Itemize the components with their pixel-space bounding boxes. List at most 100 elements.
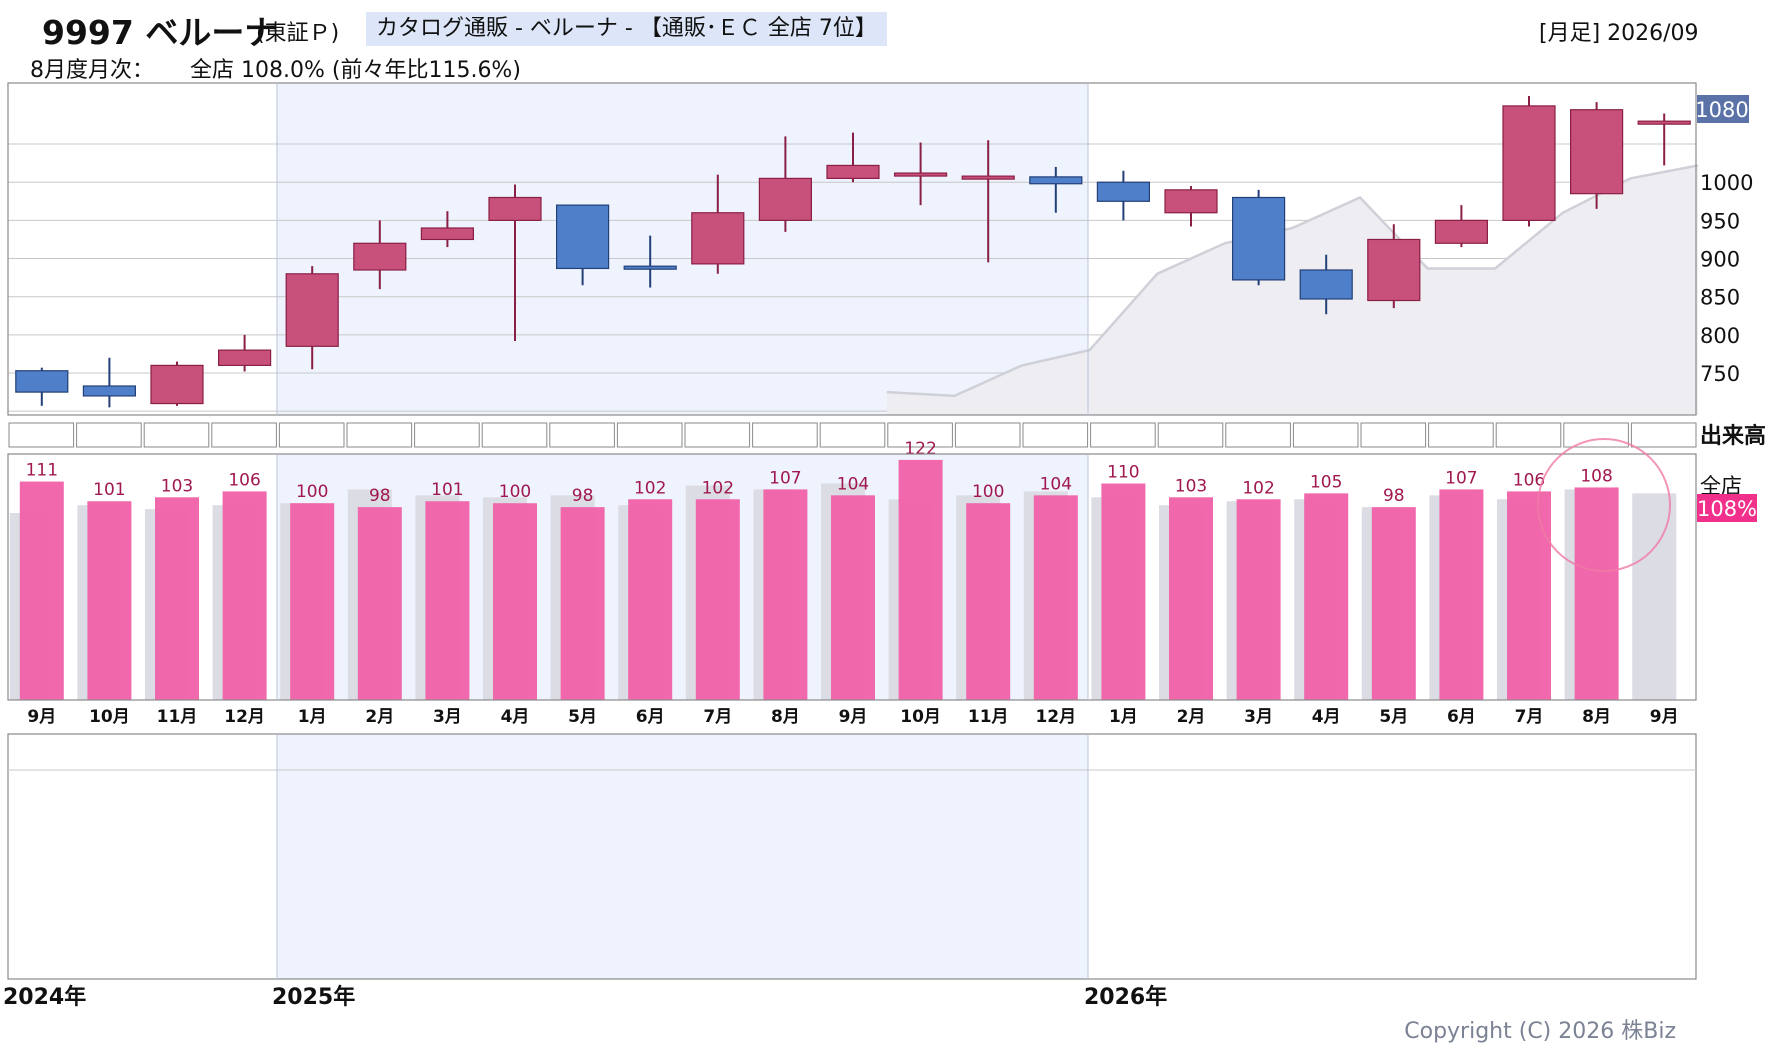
sales-bar bbox=[1574, 487, 1619, 700]
candle-body bbox=[150, 364, 204, 405]
store-sales-bars: 111 101 103 106 100 98 101 100 98 102 102 107 104 122… bbox=[9, 439, 1677, 700]
volume-cell bbox=[1157, 422, 1224, 448]
candle-body bbox=[420, 227, 474, 241]
sales-bar-label: 108 bbox=[1580, 466, 1612, 486]
price-tick-label: 750 bbox=[1700, 362, 1740, 386]
volume-cell bbox=[211, 422, 277, 448]
sales-bar-label: 107 bbox=[1445, 468, 1477, 488]
month-label: 9月 bbox=[27, 707, 56, 727]
candle-body bbox=[691, 212, 745, 265]
sales-bar-label: 101 bbox=[431, 480, 463, 500]
sales-bar bbox=[831, 495, 875, 700]
candle-body bbox=[1502, 105, 1556, 221]
month-label: 9月 bbox=[1650, 707, 1679, 727]
month-label: 1月 bbox=[1109, 707, 1138, 727]
sales-bar-label: 100 bbox=[296, 482, 328, 502]
volume-cell bbox=[1360, 422, 1427, 448]
year-label-2025: 2025年 bbox=[272, 985, 356, 1010]
volume-cell bbox=[954, 422, 1021, 448]
candle-body bbox=[353, 242, 407, 271]
stock-chart: 750 800 850 900 950 1000 111 101 103 106 100 98 101… bbox=[7, 82, 1766, 980]
volume-cell bbox=[346, 422, 413, 448]
sales-bar bbox=[1371, 507, 1416, 700]
year-label-2024: 2024年 bbox=[3, 985, 87, 1010]
sales-bar bbox=[560, 507, 605, 700]
sales-bar bbox=[966, 503, 1011, 700]
candle-body bbox=[1299, 269, 1353, 300]
sales-bar-label: 104 bbox=[1040, 474, 1072, 494]
volume-cell bbox=[752, 422, 818, 448]
sales-bar bbox=[493, 503, 537, 700]
sales-bar-label: 105 bbox=[1310, 472, 1342, 492]
sales-bar bbox=[763, 489, 808, 700]
month-label: 12月 bbox=[1035, 707, 1076, 727]
price-tick-label: 1000 bbox=[1700, 171, 1753, 195]
price-tick-label: 850 bbox=[1700, 286, 1740, 310]
sales-bar bbox=[1033, 495, 1078, 700]
sales-bar-label: 110 bbox=[1107, 463, 1139, 483]
candle-body bbox=[555, 204, 610, 270]
sales-bar bbox=[87, 501, 132, 700]
sales-bar bbox=[898, 459, 943, 700]
copyright: Copyright (C) 2026 株Biz bbox=[1404, 1019, 1676, 1044]
candle-body bbox=[826, 164, 880, 180]
month-label: 5月 bbox=[568, 707, 597, 727]
volume-cell bbox=[278, 422, 345, 448]
candle-body bbox=[15, 370, 69, 393]
volume-cell bbox=[76, 422, 142, 448]
sales-bar bbox=[695, 499, 740, 700]
month-label: 6月 bbox=[636, 707, 665, 727]
volume-cell bbox=[1225, 422, 1291, 448]
month-label: 10月 bbox=[900, 707, 941, 727]
month-label: 7月 bbox=[703, 707, 732, 727]
volume-label: 出来高 bbox=[1700, 423, 1766, 449]
month-label: 5月 bbox=[1379, 707, 1408, 727]
sales-bar-label: 102 bbox=[1242, 478, 1274, 498]
month-label: 7月 bbox=[1515, 707, 1544, 727]
volume-cell bbox=[1563, 422, 1629, 448]
candle-body bbox=[488, 196, 542, 221]
sales-bar-label: 103 bbox=[1175, 476, 1207, 496]
month-label: 11月 bbox=[968, 707, 1009, 727]
month-label: 11月 bbox=[157, 707, 198, 727]
month-label: 2月 bbox=[365, 707, 394, 727]
candle-body bbox=[1164, 189, 1218, 214]
sales-bar-label: 122 bbox=[904, 439, 936, 459]
price-tick-label: 800 bbox=[1700, 324, 1740, 348]
sub-year-shade bbox=[277, 734, 1088, 979]
month-label: 1月 bbox=[298, 707, 327, 727]
sales-bar-label: 104 bbox=[837, 474, 869, 494]
sales-bar-label: 100 bbox=[972, 482, 1004, 502]
sales-bar-label: 106 bbox=[228, 470, 260, 490]
sales-bar bbox=[1169, 497, 1213, 700]
sales-bar bbox=[222, 491, 267, 700]
candle-body bbox=[1367, 238, 1421, 302]
candle-body bbox=[623, 265, 677, 270]
candle-body bbox=[1637, 120, 1691, 125]
sales-bar-label: 100 bbox=[499, 482, 531, 502]
candle-body bbox=[218, 349, 272, 366]
month-label: 4月 bbox=[501, 707, 530, 727]
candle-body bbox=[1029, 176, 1083, 185]
sales-bar bbox=[290, 503, 335, 700]
sales-bar-label: 98 bbox=[572, 486, 594, 506]
sales-bar bbox=[425, 501, 470, 700]
candle-body bbox=[1231, 196, 1286, 281]
volume-cell bbox=[1292, 422, 1359, 448]
sales-bar-label: 111 bbox=[26, 461, 58, 481]
volume-cell bbox=[1630, 422, 1697, 448]
store-value: 108% bbox=[1697, 497, 1757, 521]
candle-body bbox=[758, 177, 813, 221]
candle-body bbox=[82, 385, 137, 397]
sales-bar-label: 98 bbox=[369, 486, 391, 506]
month-label: 12月 bbox=[224, 707, 265, 727]
volume-cell bbox=[549, 422, 615, 448]
sales-bar-label: 107 bbox=[769, 468, 801, 488]
candle-body bbox=[1569, 109, 1624, 195]
volume-cell bbox=[143, 422, 210, 448]
volume-cell bbox=[616, 422, 683, 448]
sales-bar bbox=[155, 497, 199, 700]
volume-cell bbox=[8, 422, 75, 448]
month-axis: 9月 10月 11月 12月 1月 2月 3月 4月 5月 6月 7月 8月 9月 10月 11月 12月 1月… bbox=[27, 707, 1678, 727]
month-label: 4月 bbox=[1312, 707, 1341, 727]
